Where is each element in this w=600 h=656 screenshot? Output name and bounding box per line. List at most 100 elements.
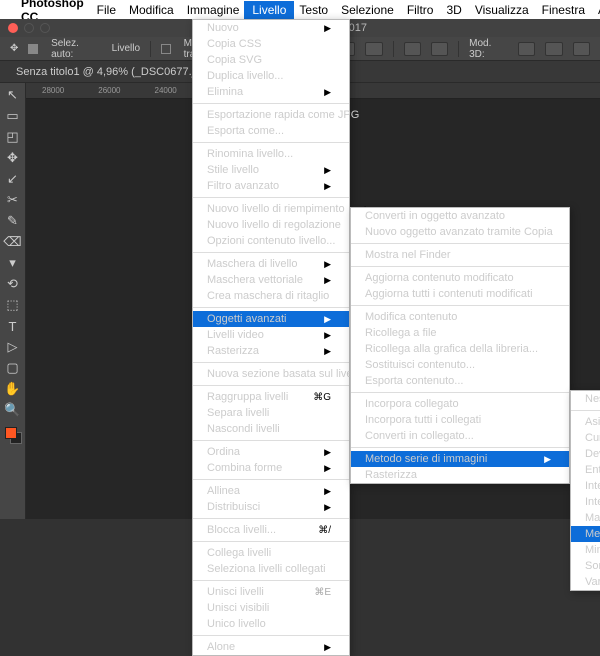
menu-item[interactable]: Nuovo livello di regolazione▶ [193, 217, 349, 233]
menu-selezione[interactable]: Selezione [341, 3, 394, 17]
3d-icon[interactable] [573, 42, 590, 56]
menu-item[interactable]: Ricollega alla grafica della libreria... [351, 341, 569, 357]
menu-item[interactable]: Rasterizza▶ [193, 343, 349, 359]
gradient-tool[interactable]: ⟲ [2, 274, 24, 294]
pen-tool[interactable]: ▷ [2, 337, 24, 357]
menu-item[interactable]: Oggetti avanzati▶ [193, 311, 349, 327]
menu-item[interactable]: Copia CSS [193, 36, 349, 52]
menu-item[interactable]: Esporta contenuto... [351, 373, 569, 389]
menu-immagine[interactable]: Immagine [187, 3, 240, 17]
submenu-arrow-icon: ▶ [324, 165, 331, 176]
menu-item[interactable]: Ricollega a file [351, 325, 569, 341]
eyedropper-tool[interactable]: ↙ [2, 169, 24, 189]
lasso-tool[interactable]: ◰ [2, 127, 24, 147]
auto-select-checkbox[interactable] [28, 44, 38, 54]
menu-item[interactable]: Curtosi [571, 430, 600, 446]
menu-item[interactable]: Media aritmetica [571, 526, 600, 542]
shape-tool[interactable]: ▢ [2, 358, 24, 378]
menu-file[interactable]: File [97, 3, 116, 17]
shortcut: ⌘E [314, 587, 331, 598]
menu-separator [193, 440, 349, 441]
menu-item-label: Seleziona livelli collegati [207, 563, 326, 575]
marquee-tool[interactable]: ▭ [2, 106, 24, 126]
distribute-icon[interactable] [404, 42, 421, 56]
menu-item[interactable]: Varianza [571, 574, 600, 590]
distribute-icon[interactable] [431, 42, 448, 56]
menu-item: Distribuisci▶ [193, 499, 349, 515]
mod-3d-label: Mod. 3D: [469, 38, 508, 60]
metodo-serie-submenu: NessunoAsimmetriaCurtosiDeviazione stand… [570, 390, 600, 591]
minimize-icon[interactable] [24, 23, 34, 33]
menu-modifica[interactable]: Modifica [129, 3, 174, 17]
menu-item[interactable]: Livelli video▶ [193, 327, 349, 343]
menu-item[interactable]: Nuovo oggetto avanzato tramite Copia [351, 224, 569, 240]
healing-tool[interactable]: ✂ [2, 190, 24, 210]
menu-item[interactable]: Nuova sezione basata sul livello [193, 366, 349, 382]
menu-item[interactable]: Stile livello▶ [193, 162, 349, 178]
menu-item[interactable]: Intermedio [571, 478, 600, 494]
menu-item[interactable]: Duplica livello... [193, 68, 349, 84]
menu-visualizza[interactable]: Visualizza [475, 3, 529, 17]
submenu-arrow-icon: ▶ [324, 502, 331, 513]
type-tool[interactable]: T [2, 316, 24, 336]
close-icon[interactable] [8, 23, 18, 33]
menu-item[interactable]: Asimmetria [571, 414, 600, 430]
menu-filtro[interactable]: Filtro [407, 3, 434, 17]
menu-item[interactable]: Rinomina livello... [193, 146, 349, 162]
menu-item[interactable]: Converti in collegato... [351, 428, 569, 444]
layer-dropdown[interactable]: Livello [112, 43, 140, 54]
move-tool[interactable]: ↖ [2, 85, 24, 105]
menu-item[interactable]: Sostituisci contenuto... [351, 357, 569, 373]
menu-item[interactable]: Maschera di livello▶ [193, 256, 349, 272]
menu-item-label: Deviazione standard [585, 448, 600, 460]
menu-item[interactable]: Copia SVG [193, 52, 349, 68]
3d-icon[interactable] [518, 42, 535, 56]
menu-item[interactable]: Modifica contenuto [351, 309, 569, 325]
menu-item[interactable]: Entropia [571, 462, 600, 478]
menu-item-label: Aggiorna contenuto modificato [365, 272, 514, 284]
menu-item-label: Aggiorna tutti i contenuti modificati [365, 288, 533, 300]
menu-item[interactable]: Intervallo [571, 494, 600, 510]
stamp-tool[interactable]: ⌫ [2, 232, 24, 252]
menu-item-label: Oggetti avanzati [207, 313, 287, 325]
show-transform-checkbox[interactable] [161, 44, 171, 54]
menu-livello[interactable]: Livello [244, 1, 294, 19]
menu-item[interactable]: Nascondi livelli [193, 421, 349, 437]
zoom-tool[interactable]: 🔍 [2, 400, 24, 420]
menu-separator [193, 580, 349, 581]
menu-item[interactable]: Nuovo livello di riempimento▶ [193, 201, 349, 217]
hand-tool[interactable]: ✋ [2, 379, 24, 399]
menu-item[interactable]: Maschera vettoriale▶ [193, 272, 349, 288]
menu-item[interactable]: Raggruppa livelli⌘G [193, 389, 349, 405]
menubar: Photoshop CC File Modifica Immagine Live… [0, 0, 600, 19]
menu-separator [193, 362, 349, 363]
menu-item[interactable]: Deviazione standard [571, 446, 600, 462]
menu-item[interactable]: Rasterizza [351, 467, 569, 483]
eraser-tool[interactable]: ▾ [2, 253, 24, 273]
crop-tool[interactable]: ✥ [2, 148, 24, 168]
menu-item[interactable]: Minimo [571, 542, 600, 558]
submenu-arrow-icon: ▶ [324, 346, 331, 357]
menu-item[interactable]: Esporta come... [193, 123, 349, 139]
menu-item[interactable]: Metodo serie di immagini▶ [351, 451, 569, 467]
menu-item-label: Esportazione rapida come JPG [207, 109, 359, 121]
dodge-tool[interactable]: ⬚ [2, 295, 24, 315]
menu-item[interactable]: Converti in oggetto avanzato [351, 208, 569, 224]
menu-item-label: Nuovo [207, 22, 239, 34]
menu-3d[interactable]: 3D [446, 3, 461, 17]
menu-testo[interactable]: Testo [299, 3, 328, 17]
menu-item[interactable]: Esportazione rapida come JPG [193, 107, 349, 123]
3d-icon[interactable] [545, 42, 562, 56]
maximize-icon[interactable] [40, 23, 50, 33]
menu-item[interactable]: Unico livello [193, 616, 349, 632]
menu-item[interactable]: Massimo [571, 510, 600, 526]
color-swatches[interactable] [5, 427, 21, 443]
align-icon[interactable] [365, 42, 382, 56]
foreground-swatch[interactable] [5, 427, 17, 439]
brush-tool[interactable]: ✎ [2, 211, 24, 231]
menu-item[interactable]: Blocca livelli...⌘/ [193, 522, 349, 538]
menu-item[interactable]: Nuovo▶ [193, 20, 349, 36]
menu-separator [193, 385, 349, 386]
menu-item[interactable]: Sommatoria [571, 558, 600, 574]
menu-finestra[interactable]: Finestra [542, 3, 585, 17]
